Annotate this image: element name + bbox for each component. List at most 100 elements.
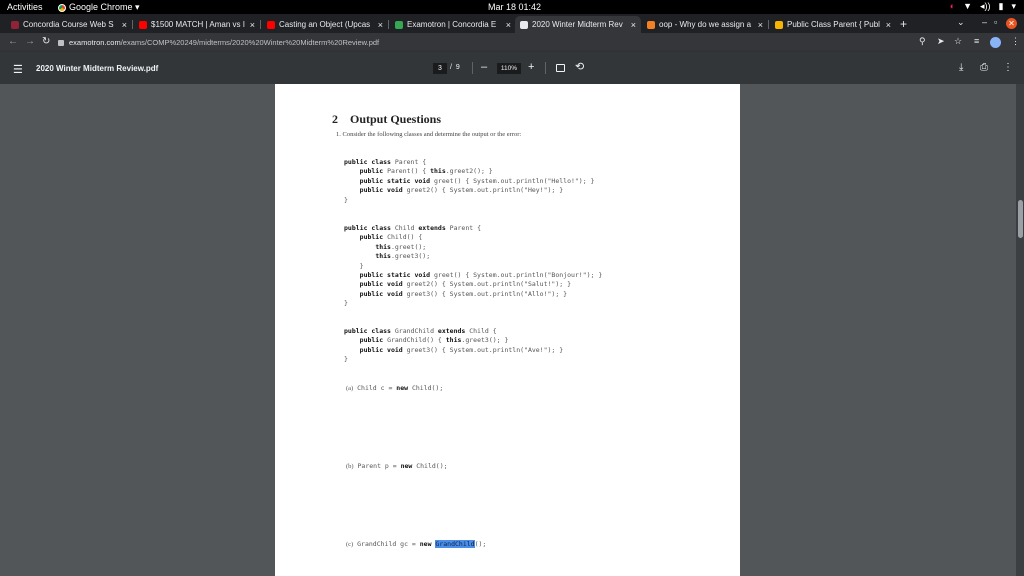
- color-picker-icon[interactable]: ◐: [950, 1, 955, 12]
- selected-text[interactable]: GrandChild: [435, 540, 475, 548]
- minimize-icon[interactable]: –: [982, 17, 987, 27]
- pdf-filename: 2020 Winter Midterm Review.pdf: [36, 64, 159, 73]
- code-text: }: [344, 195, 348, 204]
- code-text: Child() {: [387, 233, 423, 242]
- code-line: public static void greet() { System.out.…: [344, 271, 603, 280]
- tab-close-icon[interactable]: ×: [758, 20, 763, 30]
- more-options-icon[interactable]: ⋮: [1003, 62, 1013, 73]
- browser-tab[interactable]: Casting an Object (Upcas ×: [262, 16, 388, 33]
- code-keyword: extends: [437, 327, 470, 335]
- tab-favicon-icon: [139, 20, 147, 29]
- tab-close-icon[interactable]: ×: [378, 20, 383, 30]
- hamburger-menu-icon[interactable]: ☰: [13, 63, 23, 76]
- browser-tab[interactable]: 2020 Winter Midterm Rev ×: [515, 16, 641, 33]
- tab-separator: [388, 20, 389, 29]
- tab-favicon-icon: [775, 20, 783, 29]
- java-class-code-block: public class Child extends Parent { publ…: [344, 224, 602, 309]
- code-line: public void greet2() { System.out.printl…: [344, 280, 602, 289]
- tab-search-icon[interactable]: ⌄: [957, 17, 965, 28]
- code-text: Child {: [469, 327, 497, 335]
- code-keyword: public class: [344, 224, 395, 232]
- reload-icon[interactable]: ↻: [42, 36, 50, 47]
- question-label: (a): [346, 385, 354, 392]
- code-keyword: new: [396, 384, 412, 392]
- pdf-viewport[interactable]: 2 Output Questions 1. Consider the follow…: [0, 84, 1024, 576]
- page-number-input[interactable]: 3: [433, 63, 447, 74]
- zoom-level-input[interactable]: 110%: [497, 63, 521, 74]
- clock[interactable]: Mar 18 01:42: [488, 2, 541, 12]
- zoom-in-button[interactable]: +: [528, 61, 534, 73]
- toolbar-divider: [545, 62, 546, 74]
- back-icon[interactable]: ←: [8, 36, 18, 47]
- tab-title: Casting an Object (Upcas: [279, 20, 371, 29]
- kebab-menu-icon[interactable]: ⋮: [1011, 36, 1020, 47]
- tab-close-icon[interactable]: ×: [631, 20, 636, 30]
- code-line: public static void greet() { System.out.…: [344, 177, 595, 186]
- vertical-scrollbar[interactable]: [1016, 84, 1024, 576]
- section-heading: 2 Output Questions: [332, 112, 441, 127]
- browser-tab[interactable]: $1500 MATCH | Aman vs I ×: [134, 16, 260, 33]
- code-text: GrandChild() {: [387, 336, 446, 345]
- forward-icon[interactable]: →: [25, 36, 35, 47]
- extension-icon[interactable]: ≡: [974, 36, 979, 46]
- download-icon[interactable]: ⤓: [959, 62, 963, 73]
- total-pages: 9: [455, 64, 460, 71]
- send-icon[interactable]: ➤: [937, 36, 945, 47]
- java-class-code-block: public class GrandChild extends Child { …: [344, 327, 563, 365]
- activities-button[interactable]: Activities: [7, 2, 43, 12]
- address-bar[interactable]: examotron.com/exams/COMP%20249/midterms/…: [58, 35, 910, 50]
- browser-tab[interactable]: oop - Why do we assign a ×: [642, 16, 768, 33]
- code-text: Child();: [416, 462, 448, 470]
- code-line: }: [344, 262, 602, 271]
- tab-close-icon[interactable]: ×: [886, 20, 891, 30]
- code-text: GrandChild gc =: [357, 540, 420, 548]
- chevron-down-icon: ▾: [1011, 1, 1016, 11]
- tab-favicon-icon: [11, 20, 19, 29]
- window-close-button[interactable]: ✕: [1006, 18, 1017, 29]
- app-menu[interactable]: Google Chrome ▾: [58, 2, 140, 13]
- print-icon[interactable]: ⎙: [980, 62, 988, 73]
- code-line: public class Parent {: [344, 158, 594, 167]
- restore-icon[interactable]: ▫: [994, 17, 997, 27]
- url-host: examotron.com: [69, 38, 121, 47]
- browser-tab[interactable]: Examotron | Concordia E ×: [390, 16, 516, 33]
- lock-icon[interactable]: [58, 40, 64, 47]
- bookmark-star-icon[interactable]: ☆: [954, 36, 962, 47]
- new-tab-button[interactable]: +: [900, 17, 907, 31]
- code-keyword: public void: [359, 186, 407, 195]
- tab-title: Public Class Parent { Publ: [787, 20, 880, 29]
- code-line: public void greet3() { System.out.printl…: [344, 345, 564, 355]
- rotate-icon[interactable]: ⟲: [575, 60, 584, 73]
- scrollbar-thumb[interactable]: [1018, 200, 1023, 238]
- profile-avatar[interactable]: [990, 37, 1001, 48]
- pdf-page: 2 Output Questions 1. Consider the follow…: [275, 84, 740, 576]
- toolbar-divider: [472, 62, 473, 74]
- tab-close-icon[interactable]: ×: [250, 20, 255, 30]
- tab-title: Examotron | Concordia E: [407, 20, 497, 29]
- code-text: greet3() { System.out.println("Ave!"); }: [406, 345, 564, 354]
- tab-separator: [260, 20, 261, 29]
- code-line: public Child() {: [344, 233, 602, 242]
- code-line: public void greet2() { System.out.printl…: [344, 186, 594, 195]
- tab-separator: [768, 20, 769, 29]
- question-item: (b) Parent p = new Child();: [346, 462, 448, 470]
- tab-close-icon[interactable]: ×: [506, 20, 511, 30]
- system-top-bar: Activities Google Chrome ▾ Mar 18 01:42 …: [0, 0, 1024, 14]
- code-keyword: public class: [344, 158, 395, 166]
- tab-close-icon[interactable]: ×: [122, 20, 127, 30]
- zoom-out-button[interactable]: –: [481, 61, 487, 73]
- browser-tab[interactable]: Public Class Parent { Publ ×: [770, 16, 896, 33]
- tab-title: $1500 MATCH | Aman vs I: [151, 20, 245, 29]
- fit-to-page-icon[interactable]: [556, 64, 565, 72]
- tab-title: Concordia Course Web S: [23, 20, 114, 29]
- system-tray[interactable]: ◐ ▼ ◂)) ▮ ▾: [950, 1, 1016, 12]
- question-label: (b): [346, 463, 354, 470]
- zoom-icon[interactable]: ⚲: [919, 36, 926, 47]
- browser-tab[interactable]: Concordia Course Web S ×: [6, 16, 132, 33]
- tab-favicon-icon: [520, 20, 528, 29]
